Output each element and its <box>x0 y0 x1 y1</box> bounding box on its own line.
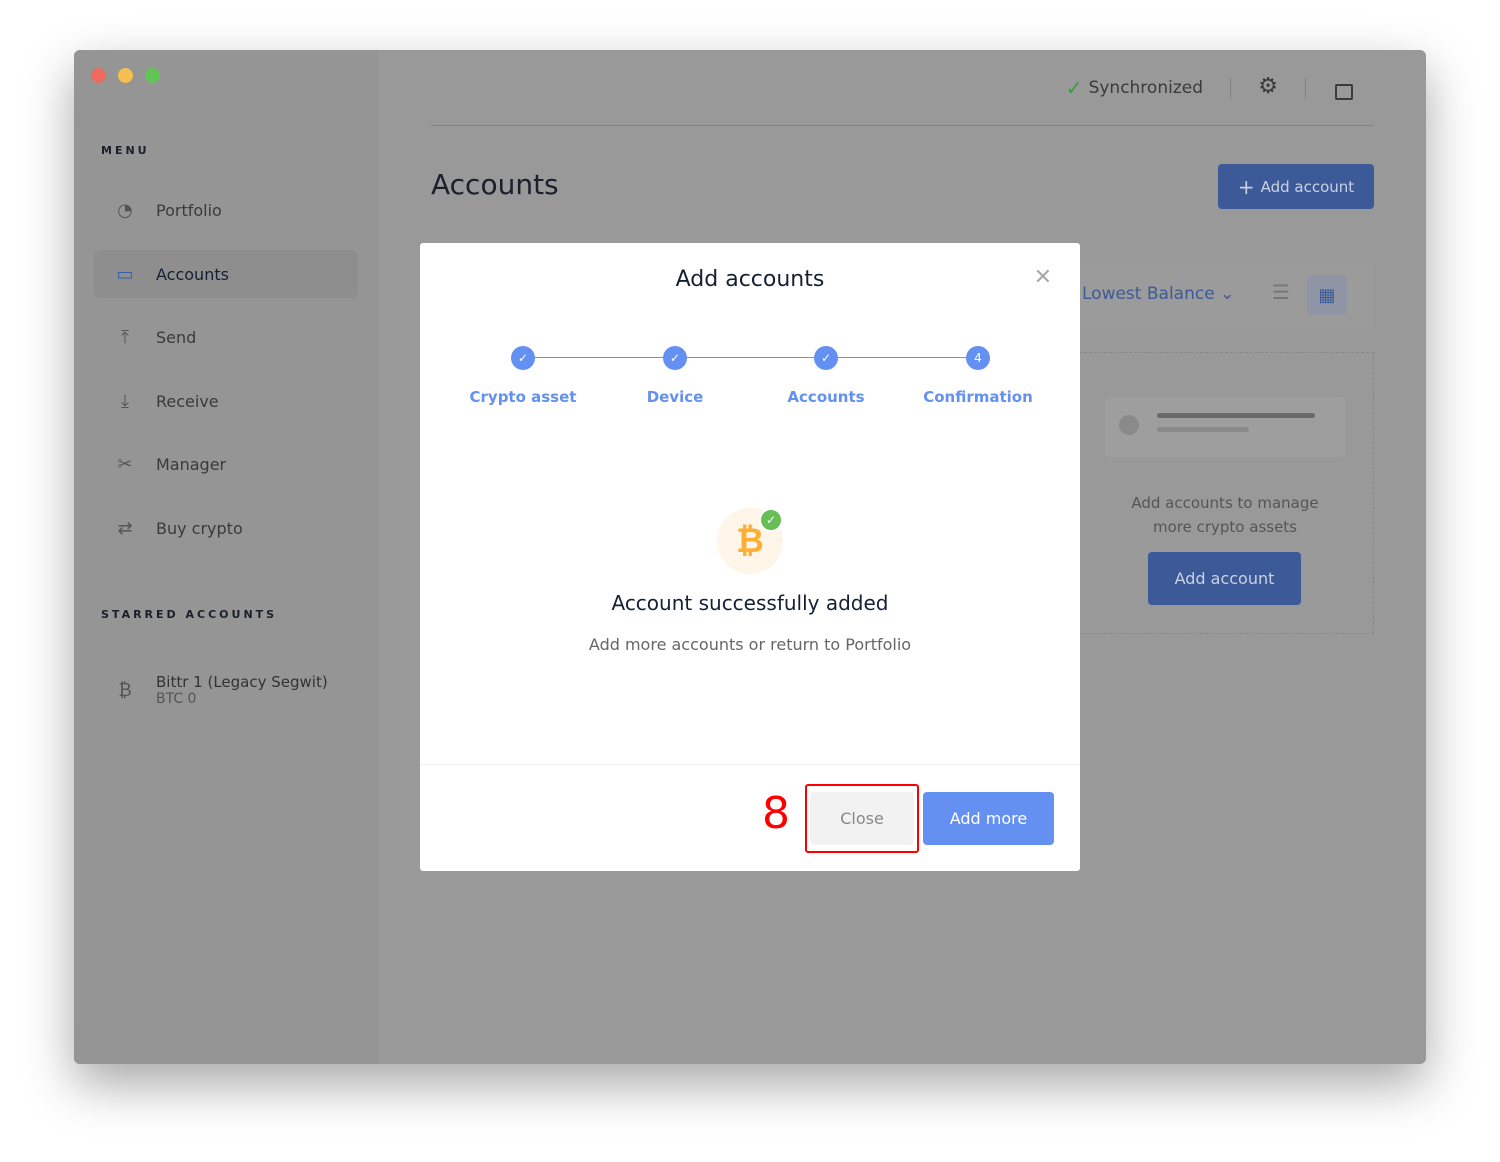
starred-account-name: Bittr 1 (Legacy Segwit) <box>156 673 328 691</box>
top-bar: ✓ Synchronized ⚙ <box>431 50 1373 126</box>
add-account-label: Add account <box>1260 177 1355 196</box>
sidebar-item-accounts[interactable]: ▭ Accounts <box>94 250 358 298</box>
starred-title: STARRED ACCOUNTS <box>101 608 278 621</box>
add-more-button[interactable]: Add more <box>923 792 1054 845</box>
sidebar-item-manager[interactable]: ✂ Manager <box>94 440 358 488</box>
modal-title: Add accounts <box>675 267 825 292</box>
tools-icon: ✂ <box>117 453 133 475</box>
sidebar-item-portfolio[interactable]: ◔ Portfolio <box>94 186 358 234</box>
step-device: Device <box>646 388 704 406</box>
add-accounts-modal: Add accounts ✕ ✓ ✓ ✓ 4 Crypto asset Devi… <box>420 243 1080 871</box>
sidebar-item-label: Portfolio <box>156 200 222 220</box>
sidebar-item-label: Buy crypto <box>156 518 243 538</box>
stepper-line <box>523 357 978 358</box>
plus-icon: + <box>1237 174 1255 199</box>
footer-divider <box>420 764 1080 765</box>
gear-icon[interactable]: ⚙ <box>1258 74 1278 99</box>
step-check-icon: ✓ <box>814 346 838 370</box>
bitcoin-icon: ₿ <box>118 679 132 701</box>
sidebar-item-label: Manager <box>156 454 227 474</box>
step-check-icon: ✓ <box>511 346 535 370</box>
starred-account[interactable]: ₿ Bittr 1 (Legacy Segwit) BTC 0 <box>94 660 358 720</box>
maximize-window-button[interactable] <box>145 68 160 83</box>
sidebar-item-label: Receive <box>156 391 219 411</box>
close-icon[interactable]: ✕ <box>1034 265 1052 290</box>
annotation-label: 8 <box>762 788 790 839</box>
divider <box>1305 78 1306 100</box>
sync-status[interactable]: ✓ Synchronized <box>1066 76 1203 100</box>
step-confirmation: Confirmation <box>923 388 1033 406</box>
exchange-icon: ⇄ <box>117 517 133 539</box>
empty-text: Add accounts to manage more crypto asset… <box>1131 494 1319 536</box>
sidebar: MENU ◔ Portfolio ▭ Accounts ⤒ Send ⤓ Receive… <box>74 50 378 1064</box>
sidebar-item-send[interactable]: ⤒ Send <box>94 313 358 361</box>
page-title: Accounts <box>431 168 559 201</box>
sidebar-item-label: Send <box>156 327 197 347</box>
upload-icon: ⤒ <box>121 326 129 348</box>
chevron-down-icon: ⌄ <box>1220 284 1235 304</box>
starred-account-balance: BTC 0 <box>156 691 197 707</box>
sort-label: Lowest Balance <box>1082 284 1215 304</box>
check-circle-icon: ✓ <box>1065 76 1083 100</box>
empty-state: Add accounts to manage more crypto asset… <box>1074 352 1374 634</box>
success-title: Account successfully added <box>611 591 889 615</box>
wallet-icon: ▭ <box>116 263 134 285</box>
sidebar-item-receive[interactable]: ⤓ Receive <box>94 377 358 425</box>
list-view-icon[interactable]: ☰ <box>1272 280 1290 304</box>
sort-dropdown[interactable]: Lowest Balance ⌄ <box>1082 284 1234 304</box>
grid-view-icon[interactable]: ▦ <box>1307 275 1347 315</box>
step-check-icon: ✓ <box>663 346 687 370</box>
sidebar-item-label: Accounts <box>156 264 229 284</box>
placeholder-card <box>1105 397 1345 457</box>
close-button[interactable]: Close <box>810 792 914 845</box>
pie-chart-icon: ◔ <box>117 199 133 221</box>
success-check-icon: ✓ <box>759 508 783 532</box>
success-subtitle: Add more accounts or return to Portfolio <box>588 635 912 654</box>
step-crypto-asset: Crypto asset <box>469 388 577 406</box>
lock-icon[interactable] <box>1335 84 1353 100</box>
step-number: 4 <box>966 346 990 370</box>
add-account-button[interactable]: + Add account <box>1218 164 1374 209</box>
step-accounts: Accounts <box>787 388 865 406</box>
minimize-window-button[interactable] <box>118 68 133 83</box>
download-icon: ⤓ <box>121 390 129 412</box>
divider <box>1230 78 1231 100</box>
menu-title: MENU <box>101 144 150 157</box>
sync-label: Synchronized <box>1088 78 1203 98</box>
close-window-button[interactable] <box>91 68 106 83</box>
sidebar-item-buy-crypto[interactable]: ⇄ Buy crypto <box>94 504 358 552</box>
empty-add-account-button[interactable]: Add account <box>1148 552 1301 605</box>
